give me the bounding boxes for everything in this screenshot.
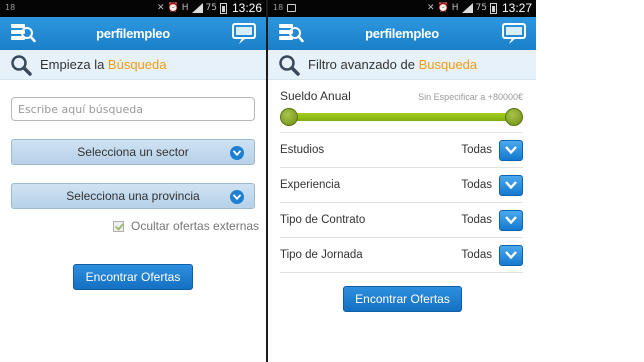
filter-value: Todas bbox=[461, 144, 492, 156]
section-header: Empieza la Búsqueda bbox=[0, 50, 266, 80]
salary-slider-track bbox=[289, 113, 514, 121]
network-type: H bbox=[451, 3, 459, 13]
battery-icon bbox=[219, 2, 227, 14]
brand-logo-text: perfilempleo bbox=[96, 26, 170, 41]
chevron-down-icon bbox=[505, 251, 517, 259]
section-title: Empieza la Búsqueda bbox=[40, 57, 166, 72]
filter-dropdown-button[interactable] bbox=[499, 139, 523, 161]
screenshot-canvas: 18 ✕ ⏰ H 75 13:26 perfilempleo Empieza l… bbox=[0, 0, 644, 362]
section-title-prefix: Empieza la bbox=[40, 57, 108, 72]
chat-bubble-icon[interactable] bbox=[232, 23, 256, 45]
filter-value-group: Todas bbox=[461, 209, 523, 231]
sector-select[interactable]: Selecciona un sector bbox=[11, 139, 255, 165]
salary-slider-min-handle[interactable] bbox=[280, 108, 298, 126]
search-input[interactable] bbox=[12, 98, 254, 121]
filter-row[interactable]: Tipo de Contrato Todas bbox=[280, 202, 523, 237]
hide-external-offers-checkbox[interactable] bbox=[113, 220, 124, 232]
app-bar: perfilempleo bbox=[0, 17, 266, 50]
search-field[interactable] bbox=[11, 97, 255, 121]
filter-value-group: Todas bbox=[461, 139, 523, 161]
signal-icon bbox=[461, 3, 473, 13]
find-offers-button[interactable]: Encontrar Ofertas bbox=[343, 286, 462, 312]
filter-row[interactable]: Tipo de Jornada Todas bbox=[280, 237, 523, 272]
section-header: Filtro avanzado de Busqueda bbox=[268, 50, 536, 80]
status-time: 13:27 bbox=[501, 1, 532, 15]
advanced-filter-screen: 18 ✕ ⏰ H 75 13:27 perfilempleo Filtro av… bbox=[268, 0, 536, 362]
filter-value-group: Todas bbox=[461, 244, 523, 266]
chevron-down-icon bbox=[505, 181, 517, 189]
filter-row[interactable]: Estudios Todas bbox=[280, 132, 523, 167]
image-notification-icon bbox=[287, 3, 297, 12]
salary-range-text: Sin Especificar a +80000€ bbox=[418, 92, 523, 102]
status-left: 18 bbox=[273, 3, 297, 12]
filter-list-bottom-rule bbox=[280, 272, 523, 273]
status-bar: 18 ✕ ⏰ H 75 13:26 bbox=[0, 0, 266, 17]
province-select-label: Selecciona una provincia bbox=[66, 189, 200, 203]
battery-level: 75 bbox=[475, 3, 487, 13]
server-search-icon[interactable] bbox=[10, 22, 36, 44]
section-title-prefix: Filtro avanzado de bbox=[308, 57, 419, 72]
filter-value-group: Todas bbox=[461, 174, 523, 196]
hide-external-offers-label: Ocultar ofertas externas bbox=[131, 219, 260, 233]
search-magnifier-icon bbox=[279, 54, 300, 76]
filter-list: Estudios Todas Experiencia Todas Tipo de Con… bbox=[280, 132, 523, 273]
filter-dropdown-button[interactable] bbox=[499, 244, 523, 266]
sector-select-label: Selecciona un sector bbox=[77, 145, 189, 159]
chevron-down-icon bbox=[505, 216, 517, 224]
filter-value: Todas bbox=[461, 179, 492, 191]
battery-level: 75 bbox=[205, 3, 217, 13]
section-title: Filtro avanzado de Busqueda bbox=[308, 57, 477, 72]
filter-label: Tipo de Contrato bbox=[280, 214, 366, 226]
hide-external-offers-row[interactable]: Ocultar ofertas externas bbox=[113, 219, 259, 233]
app-bar: perfilempleo bbox=[268, 17, 536, 50]
status-left: 18 bbox=[5, 3, 15, 12]
brand-logo-text: perfilempleo bbox=[365, 26, 439, 41]
status-time: 13:26 bbox=[231, 1, 262, 15]
network-type: H bbox=[181, 3, 189, 13]
filter-label: Tipo de Jornada bbox=[280, 249, 363, 261]
filter-dropdown-button[interactable] bbox=[499, 209, 523, 231]
filter-row[interactable]: Experiencia Todas bbox=[280, 167, 523, 202]
chevron-down-icon bbox=[230, 190, 244, 204]
province-select[interactable]: Selecciona una provincia bbox=[11, 183, 255, 209]
alarm-icon: ⏰ bbox=[167, 3, 179, 13]
mute-icon: ✕ bbox=[156, 3, 165, 13]
filter-value: Todas bbox=[461, 214, 492, 226]
status-right: ✕ ⏰ H 75 13:26 bbox=[157, 1, 262, 15]
status-right: ✕ ⏰ H 75 13:27 bbox=[427, 1, 532, 15]
status-left-text: 18 bbox=[5, 3, 16, 12]
section-title-accent: Búsqueda bbox=[107, 57, 167, 72]
chat-bubble-icon[interactable] bbox=[502, 23, 526, 45]
chevron-down-icon bbox=[230, 146, 244, 160]
alarm-icon: ⏰ bbox=[437, 3, 449, 13]
battery-icon bbox=[489, 2, 497, 14]
filter-dropdown-button[interactable] bbox=[499, 174, 523, 196]
signal-icon bbox=[191, 3, 203, 13]
server-search-icon[interactable] bbox=[278, 22, 304, 44]
find-offers-button[interactable]: Encontrar Ofertas bbox=[73, 264, 193, 290]
search-screen: 18 ✕ ⏰ H 75 13:26 perfilempleo Empieza l… bbox=[0, 0, 266, 362]
filter-label: Experiencia bbox=[280, 179, 341, 191]
status-bar: 18 ✕ ⏰ H 75 13:27 bbox=[268, 0, 536, 17]
mute-icon: ✕ bbox=[426, 3, 435, 13]
salary-label: Sueldo Anual bbox=[280, 89, 351, 103]
status-left-text: 18 bbox=[273, 3, 284, 12]
salary-slider-max-handle[interactable] bbox=[505, 108, 523, 126]
filter-value: Todas bbox=[461, 249, 492, 261]
section-title-accent: Busqueda bbox=[418, 57, 478, 72]
chevron-down-icon bbox=[505, 146, 517, 154]
salary-header: Sueldo Anual Sin Especificar a +80000€ bbox=[280, 89, 523, 103]
search-magnifier-icon bbox=[11, 54, 32, 76]
salary-slider[interactable] bbox=[280, 108, 523, 126]
filter-label: Estudios bbox=[280, 144, 325, 156]
